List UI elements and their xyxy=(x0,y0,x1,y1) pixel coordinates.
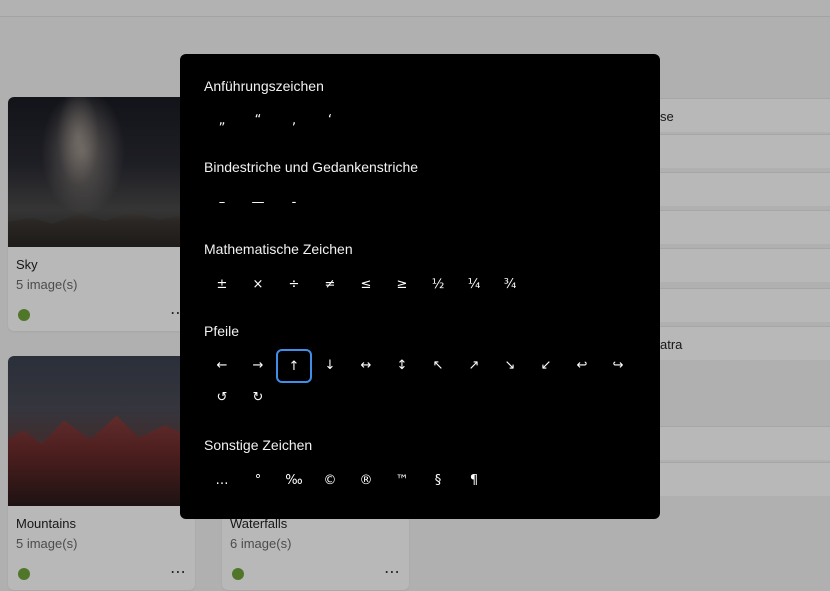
section-title-arrows: Pfeile xyxy=(204,323,240,339)
char-button[interactable]: ↕ xyxy=(384,349,420,381)
char-button[interactable]: ° xyxy=(240,464,276,496)
char-button[interactable]: – xyxy=(204,186,240,218)
char-button[interactable]: ↖ xyxy=(420,349,456,381)
char-button[interactable]: → xyxy=(240,349,276,381)
char-button[interactable]: ↙ xyxy=(528,349,564,381)
char-button[interactable]: ½ xyxy=(420,268,456,300)
char-button[interactable]: ‘ xyxy=(312,104,348,136)
char-button[interactable]: ® xyxy=(348,464,384,496)
char-button[interactable]: ↘ xyxy=(492,349,528,381)
section-title-quotes: Anführungszeichen xyxy=(204,78,324,94)
char-button[interactable]: ‰ xyxy=(276,464,312,496)
special-characters-dialog: Anführungszeichen „ “ ‚ ‘ Bindestriche u… xyxy=(180,54,660,519)
char-button[interactable]: ¾ xyxy=(492,268,528,300)
section-title-other: Sonstige Zeichen xyxy=(204,437,313,453)
char-button-selected[interactable]: ↑ xyxy=(276,349,312,383)
char-button[interactable]: § xyxy=(420,464,456,496)
char-button[interactable]: “ xyxy=(240,104,276,136)
char-button[interactable]: © xyxy=(312,464,348,496)
char-button[interactable]: - xyxy=(276,186,312,218)
char-button[interactable]: ÷ xyxy=(276,268,312,300)
char-button[interactable]: ↩ xyxy=(564,349,600,381)
char-button[interactable]: „ xyxy=(204,104,240,136)
char-button[interactable]: — xyxy=(240,186,276,218)
char-button[interactable]: ↺ xyxy=(204,381,240,413)
char-button[interactable]: ¼ xyxy=(456,268,492,300)
char-button[interactable]: ≠ xyxy=(312,268,348,300)
section-title-math: Mathematische Zeichen xyxy=(204,241,353,257)
char-button[interactable]: ← xyxy=(204,349,240,381)
char-button[interactable]: … xyxy=(204,464,240,496)
section-title-dashes: Bindestriche und Gedankenstriche xyxy=(204,159,419,175)
char-button[interactable]: ↗ xyxy=(456,349,492,381)
char-button[interactable]: ± xyxy=(204,268,240,300)
char-button[interactable]: ↔ xyxy=(348,349,384,381)
char-button[interactable]: ™ xyxy=(384,464,420,496)
char-button[interactable]: ↓ xyxy=(312,349,348,381)
char-button[interactable]: ¶ xyxy=(456,464,492,496)
char-button[interactable]: ≥ xyxy=(384,268,420,300)
char-button[interactable]: ≤ xyxy=(348,268,384,300)
char-button[interactable]: ‚ xyxy=(276,104,312,136)
char-button[interactable]: ↻ xyxy=(240,381,276,413)
char-button[interactable]: ↪ xyxy=(600,349,636,381)
char-button[interactable]: × xyxy=(240,268,276,300)
